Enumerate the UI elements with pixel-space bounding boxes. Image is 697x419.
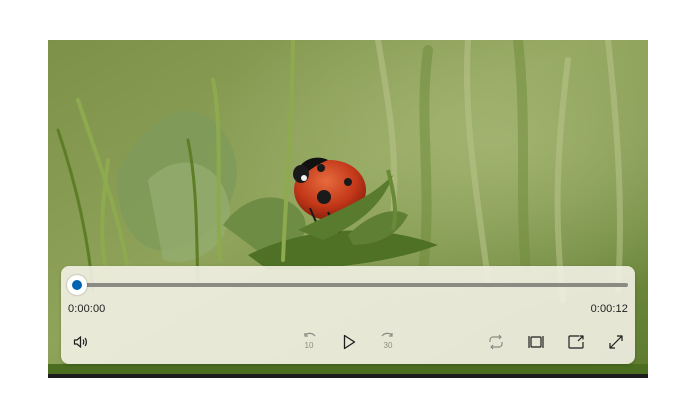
skip-forward-icon: 30 bbox=[381, 332, 393, 350]
repeat-icon bbox=[489, 334, 503, 350]
play-button[interactable] bbox=[336, 329, 362, 355]
aspect-ratio-button[interactable] bbox=[523, 329, 549, 355]
skip-back-icon: 10 bbox=[304, 332, 316, 350]
video-bottom-edge bbox=[48, 374, 648, 378]
volume-button[interactable] bbox=[68, 329, 94, 355]
seek-thumb-center bbox=[72, 280, 82, 290]
repeat-button[interactable] bbox=[483, 329, 509, 355]
cast-button[interactable] bbox=[563, 329, 589, 355]
skip-back-button[interactable]: 10 bbox=[296, 329, 322, 355]
total-time: 0:00:12 bbox=[590, 303, 628, 315]
skip-forward-button[interactable]: 30 bbox=[375, 329, 401, 355]
aspect-ratio-icon bbox=[528, 336, 544, 348]
fullscreen-icon bbox=[609, 335, 623, 349]
volume-icon bbox=[73, 335, 87, 349]
current-time: 0:00:00 bbox=[68, 303, 106, 315]
skip-back-label: 10 bbox=[305, 341, 314, 350]
fullscreen-button[interactable] bbox=[603, 329, 629, 355]
video-player[interactable]: 0:00:00 0:00:12 10 30 bbox=[48, 40, 648, 378]
seek-bar[interactable] bbox=[77, 283, 628, 287]
seek-thumb[interactable] bbox=[67, 275, 87, 295]
play-icon bbox=[343, 334, 356, 350]
cast-icon bbox=[568, 335, 584, 349]
skip-forward-label: 30 bbox=[384, 341, 393, 350]
media-controls-panel: 0:00:00 0:00:12 10 30 bbox=[61, 266, 635, 364]
